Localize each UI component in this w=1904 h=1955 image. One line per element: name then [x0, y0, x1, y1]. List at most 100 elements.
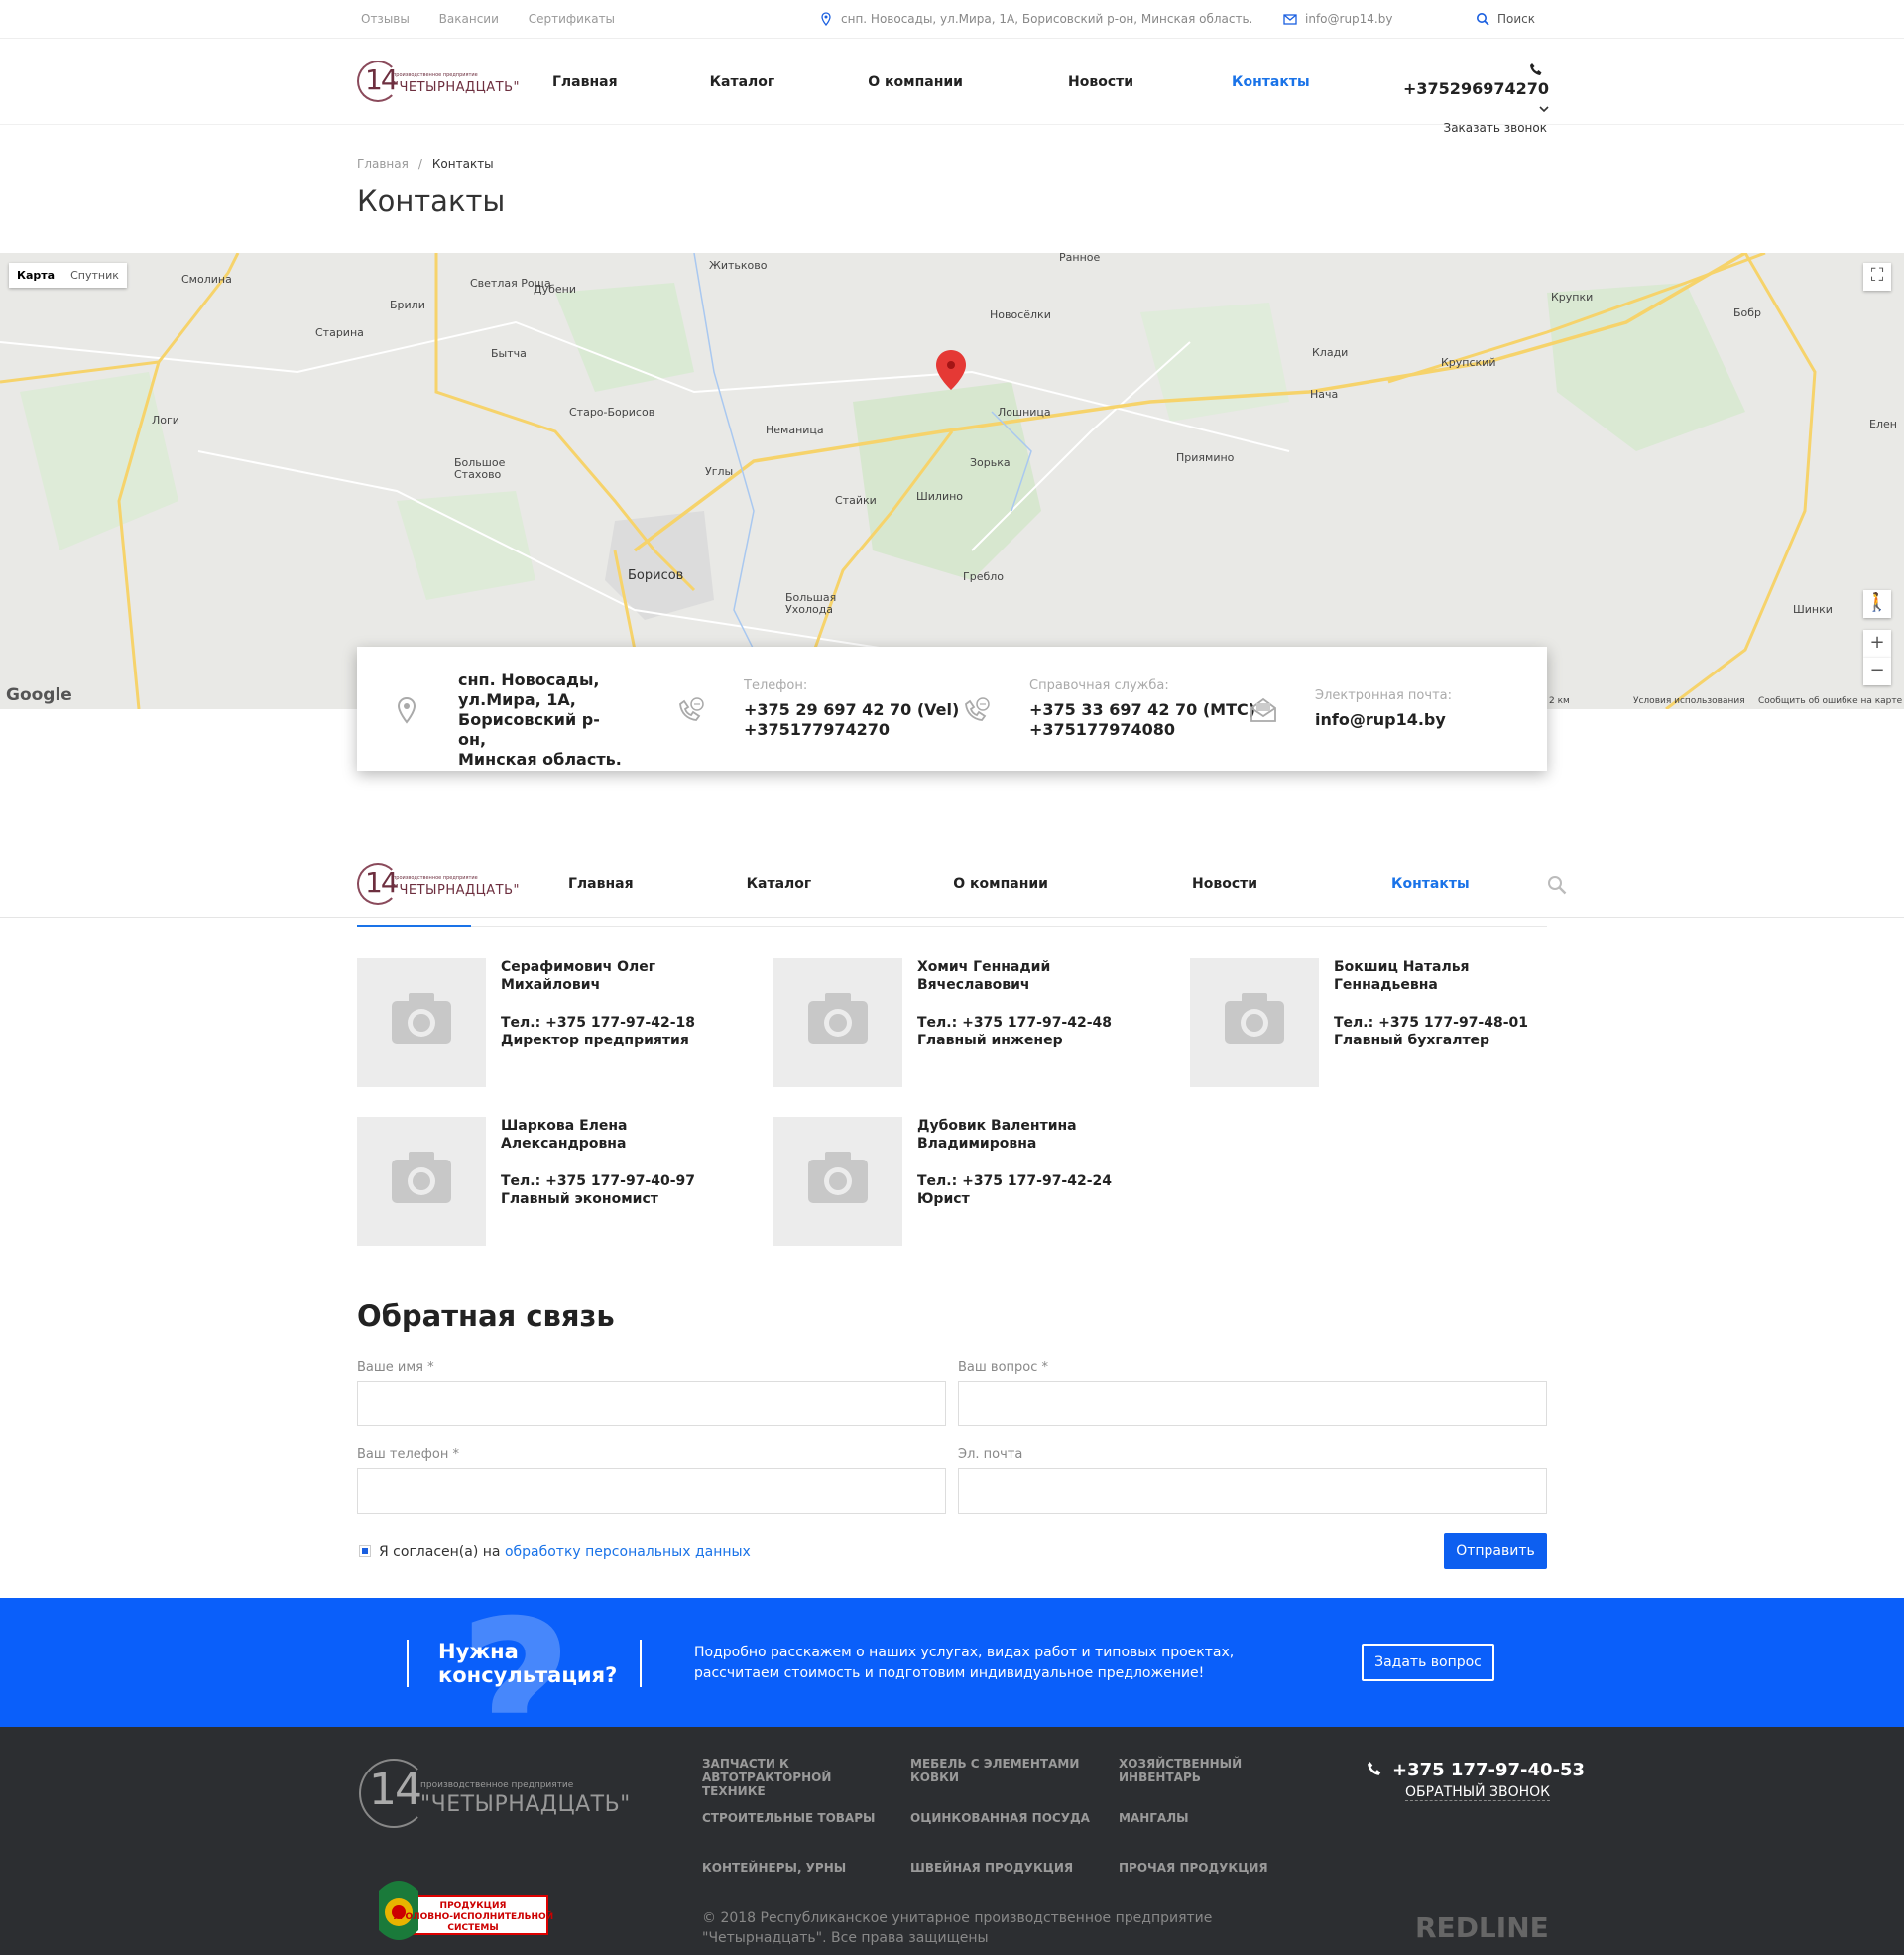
header-phone[interactable]: +375296974270: [1384, 61, 1549, 117]
staff-photo: [774, 958, 902, 1087]
phone-2[interactable]: +375177974270: [744, 720, 959, 740]
nav-home[interactable]: Главная: [552, 74, 618, 90]
email-input[interactable]: [958, 1468, 1547, 1514]
phone-values: +375 29 697 42 70 (Vel) +375177974270: [744, 700, 959, 740]
map-place: Дубени: [534, 283, 576, 296]
zoom-out-button[interactable]: −: [1863, 658, 1891, 685]
logo-digits: 14: [369, 1765, 422, 1815]
fullscreen-icon[interactable]: ⛶: [1863, 263, 1891, 291]
footer-callback-link[interactable]: ОБРАТНЫЙ ЗВОНОК: [1405, 1784, 1551, 1801]
top-search[interactable]: Поиск: [1476, 12, 1535, 26]
help-phone-2[interactable]: +375177974080: [1029, 720, 1255, 740]
map-place: Брили: [390, 299, 425, 311]
name-input[interactable]: [357, 1381, 946, 1426]
nav-contacts[interactable]: Контакты: [1232, 74, 1310, 90]
phone-label: Ваш телефон *: [357, 1447, 459, 1462]
divider: [640, 1640, 642, 1687]
ask-question-button[interactable]: Задать вопрос: [1362, 1644, 1494, 1681]
map-place: Стайки: [835, 494, 877, 507]
staff-photo: [357, 958, 486, 1087]
nav-about[interactable]: О компании: [868, 74, 963, 90]
map-report-link[interactable]: Сообщить об ошибке на карте: [1758, 696, 1902, 706]
contact-address: снп. Новосады, ул.Мира, 1А, Борисовский …: [458, 671, 627, 770]
map-place: Шинки: [1793, 603, 1833, 616]
consent-row: Я согласен(а) на обработку персональных …: [359, 1544, 751, 1560]
staff-card: Дубовик Валентина Владимировна Тел.: +37…: [774, 1117, 1130, 1246]
developer-logo[interactable]: REDLINE: [1415, 1911, 1549, 1944]
phone-input[interactable]: [357, 1468, 946, 1514]
link-vacancies[interactable]: Вакансии: [439, 12, 499, 26]
phone-call-icon: [679, 697, 704, 721]
footer-category[interactable]: Строительные товары: [702, 1811, 891, 1825]
main-header: 14 производственное предприятие "ЧЕТЫРНА…: [0, 39, 1904, 135]
footer-category[interactable]: Мебель с элементами ковки: [910, 1757, 1099, 1784]
footer-phone[interactable]: +375 177-97-40-53: [1367, 1760, 1585, 1780]
footer-category[interactable]: Запчасти к автотракторной технике: [702, 1757, 891, 1798]
help-phone-1[interactable]: +375 33 697 42 70 (МТС): [1029, 700, 1255, 720]
map-place: Крупский: [1441, 356, 1496, 369]
question-input[interactable]: [958, 1381, 1547, 1426]
map-scale: 2 км: [1549, 696, 1570, 706]
staff-card: Бокшиц Наталья Геннадьевна Тел.: +375 17…: [1190, 958, 1547, 1087]
top-email[interactable]: info@rup14.by: [1283, 12, 1392, 26]
contact-card: снп. Новосады, ул.Мира, 1А, Борисовский …: [357, 647, 1547, 771]
link-reviews[interactable]: Отзывы: [361, 12, 410, 26]
top-bar: Отзывы Вакансии Сертификаты снп. Новосад…: [0, 0, 1904, 39]
footer-category[interactable]: Контейнеры, урны: [702, 1861, 891, 1875]
copyright: © 2018 Республиканское унитарное произво…: [702, 1910, 1213, 1946]
name-label: Ваше имя *: [357, 1360, 434, 1375]
map-tab-satellite[interactable]: Спутник: [62, 263, 127, 288]
top-email-text: info@rup14.by: [1305, 12, 1393, 26]
footer-logo[interactable]: 14 производственное предприятие "ЧЕТЫРНА…: [359, 1759, 630, 1828]
sticky-nav-home[interactable]: Главная: [568, 876, 634, 892]
map-place: Неманица: [766, 424, 824, 436]
link-certificates[interactable]: Сертификаты: [529, 12, 615, 26]
zoom-in-button[interactable]: +: [1863, 630, 1891, 658]
sticky-nav-news[interactable]: Новости: [1192, 876, 1257, 892]
divider: [407, 1640, 409, 1687]
chevron-down-icon[interactable]: [1539, 105, 1549, 113]
question-label: Ваш вопрос *: [958, 1360, 1049, 1375]
footer-category[interactable]: Прочая продукция: [1119, 1861, 1307, 1875]
phone-1[interactable]: +375 29 697 42 70 (Vel): [744, 700, 959, 720]
badge-line-3: СИСТЕМЫ: [447, 1923, 498, 1933]
street-view-icon[interactable]: 🚶: [1863, 590, 1891, 618]
map-place: Новосёлки: [990, 308, 1051, 321]
help-label: Справочная служба:: [1029, 678, 1169, 693]
map-tab-map[interactable]: Карта: [9, 263, 62, 288]
sticky-nav-contacts[interactable]: Контакты: [1391, 876, 1470, 892]
staff-phone: Тел.: +375 177-97-40-97: [501, 1173, 696, 1189]
footer-category[interactable]: Мангалы: [1119, 1811, 1307, 1825]
order-call-link[interactable]: Заказать звонок: [1384, 121, 1548, 135]
staff-name: Хомич Геннадий Вячеславович: [917, 959, 1051, 993]
breadcrumb-home[interactable]: Главная: [357, 157, 409, 171]
map-place: Зорька: [970, 456, 1011, 469]
sticky-logo[interactable]: 14 производственное предприятие "ЧЕТЫРНА…: [357, 863, 520, 905]
nav-catalog[interactable]: Каталог: [710, 74, 775, 90]
map-place: Елен: [1869, 418, 1897, 430]
staff-name: Бокшиц Наталья Геннадьевна: [1334, 959, 1470, 993]
consent-link[interactable]: обработку персональных данных: [505, 1544, 751, 1560]
map-terms-link[interactable]: Условия использования: [1633, 696, 1745, 706]
consent-checkbox[interactable]: [359, 1545, 371, 1557]
footer-category[interactable]: Хозяйственный инвентарь: [1119, 1757, 1307, 1784]
map-place: Крупки: [1551, 291, 1594, 304]
sticky-nav: Главная Каталог О компании Новости Конта…: [568, 849, 1470, 918]
map-place: Лошница: [998, 406, 1051, 419]
site-logo[interactable]: 14 производственное предприятие "ЧЕТЫРНА…: [357, 61, 520, 102]
badge-line-2: УГОЛОВНО-ИСПОЛНИТЕЛЬНОЙ: [393, 1910, 553, 1922]
nav-news[interactable]: Новости: [1068, 74, 1133, 90]
map-place: Нача: [1310, 388, 1339, 401]
footer-category[interactable]: Оцинкованная посуда: [910, 1811, 1099, 1825]
mail-icon: [1283, 14, 1297, 25]
contact-email[interactable]: info@rup14.by: [1315, 710, 1446, 730]
sticky-nav-about[interactable]: О компании: [953, 876, 1048, 892]
submit-button[interactable]: Отправить: [1444, 1533, 1547, 1569]
sticky-nav-catalog[interactable]: Каталог: [747, 876, 812, 892]
map-type-switch: Карта Спутник: [9, 263, 127, 288]
feedback-title: Обратная связь: [357, 1299, 615, 1333]
google-map[interactable]: Карта Спутник Смолина Светлая Роща Житьк…: [0, 253, 1904, 709]
search-icon[interactable]: [1547, 875, 1567, 895]
map-place: Большое Стахово: [454, 456, 506, 481]
footer-category[interactable]: Швейная продукция: [910, 1861, 1099, 1875]
